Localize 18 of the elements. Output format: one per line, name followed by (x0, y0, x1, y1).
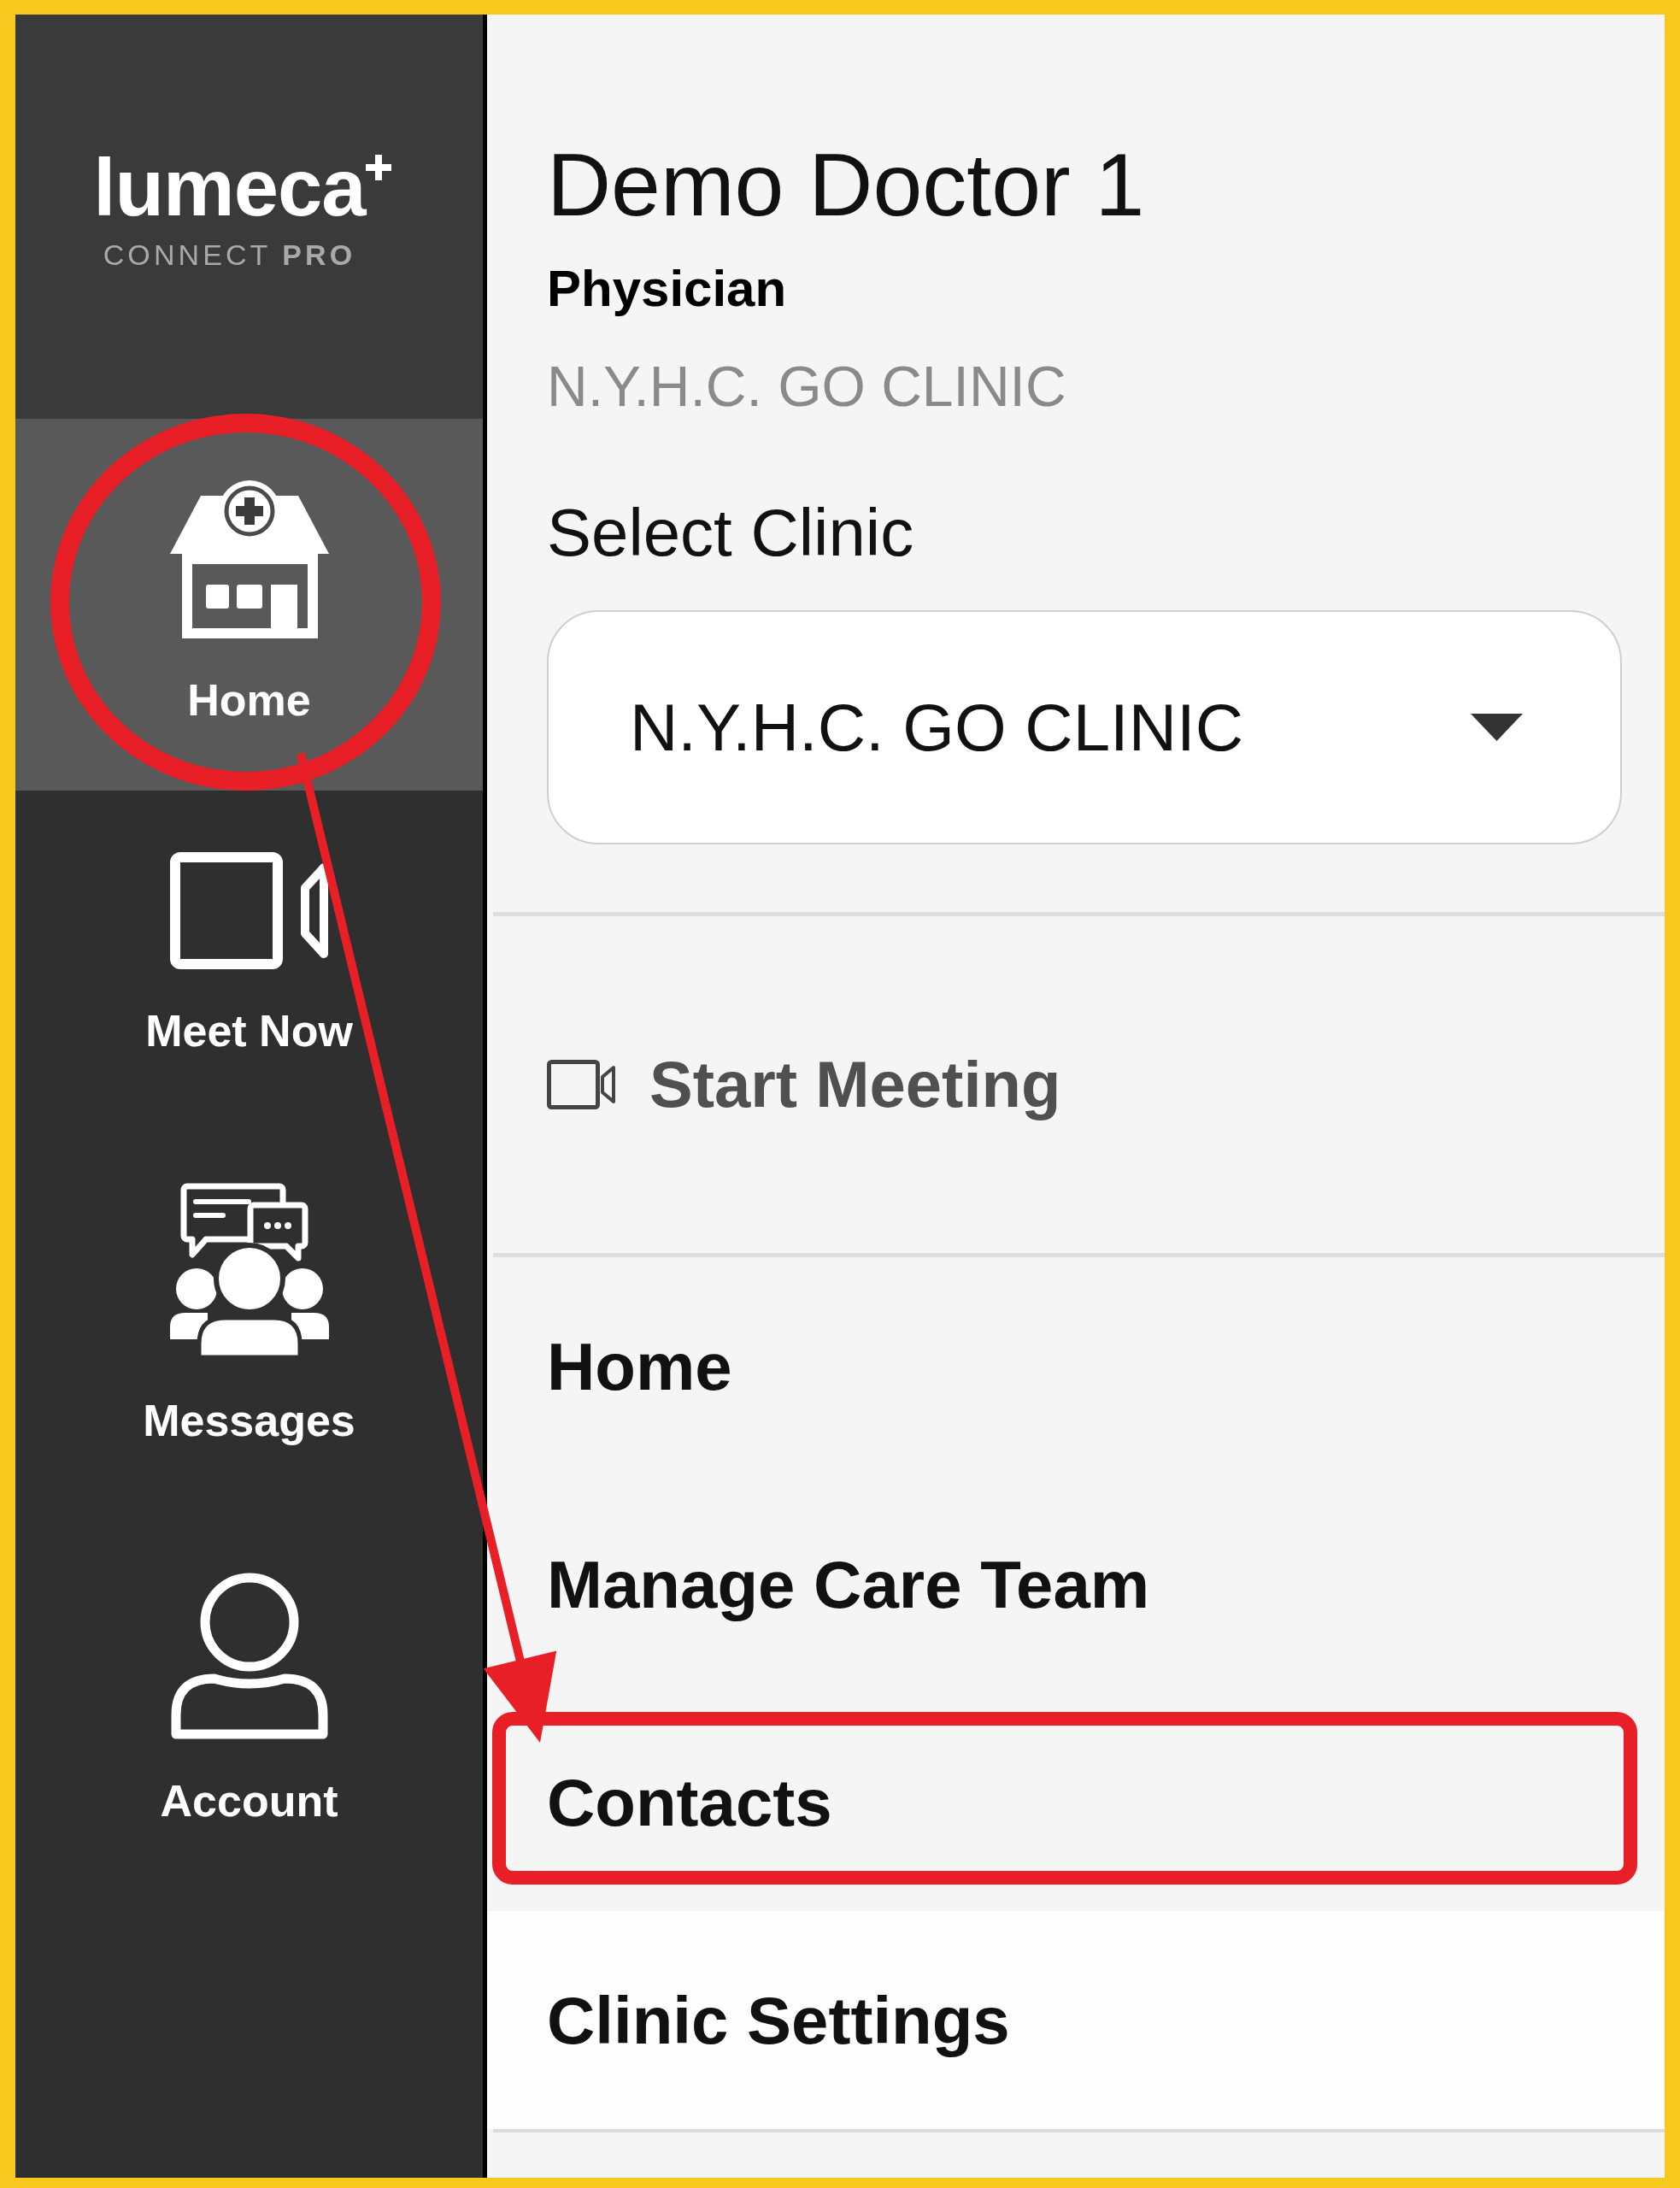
menu-item[interactable]: Clinic Settings (487, 1911, 1665, 2129)
video-camera-icon (169, 852, 329, 969)
sidebar-item[interactable]: Messages (15, 1121, 483, 1511)
video-camera-icon (547, 1060, 616, 1109)
doctor-role: Physician (547, 263, 787, 315)
clinic-dropdown[interactable]: N.Y.H.C. GO CLINIC (547, 610, 1622, 844)
plus-icon (365, 155, 391, 180)
dropdown-value: N.Y.H.C. GO CLINIC (630, 694, 1244, 761)
doctor-name: Demo Doctor 1 (547, 140, 1145, 229)
logo-tagline: CONNECT PRO (103, 240, 356, 269)
caret-icon (1471, 714, 1523, 741)
sidebar-item[interactable]: Account (15, 1511, 483, 1891)
logo-wordmark: lumeca (93, 148, 366, 228)
doctor-clinic: N.Y.H.C. GO CLINIC (547, 358, 1066, 415)
sidebar-item[interactable]: Meet Now (15, 791, 483, 1121)
select-clinic-label: Select Clinic (547, 499, 914, 566)
clinic-house-icon (169, 480, 329, 638)
user-icon (169, 1573, 329, 1739)
